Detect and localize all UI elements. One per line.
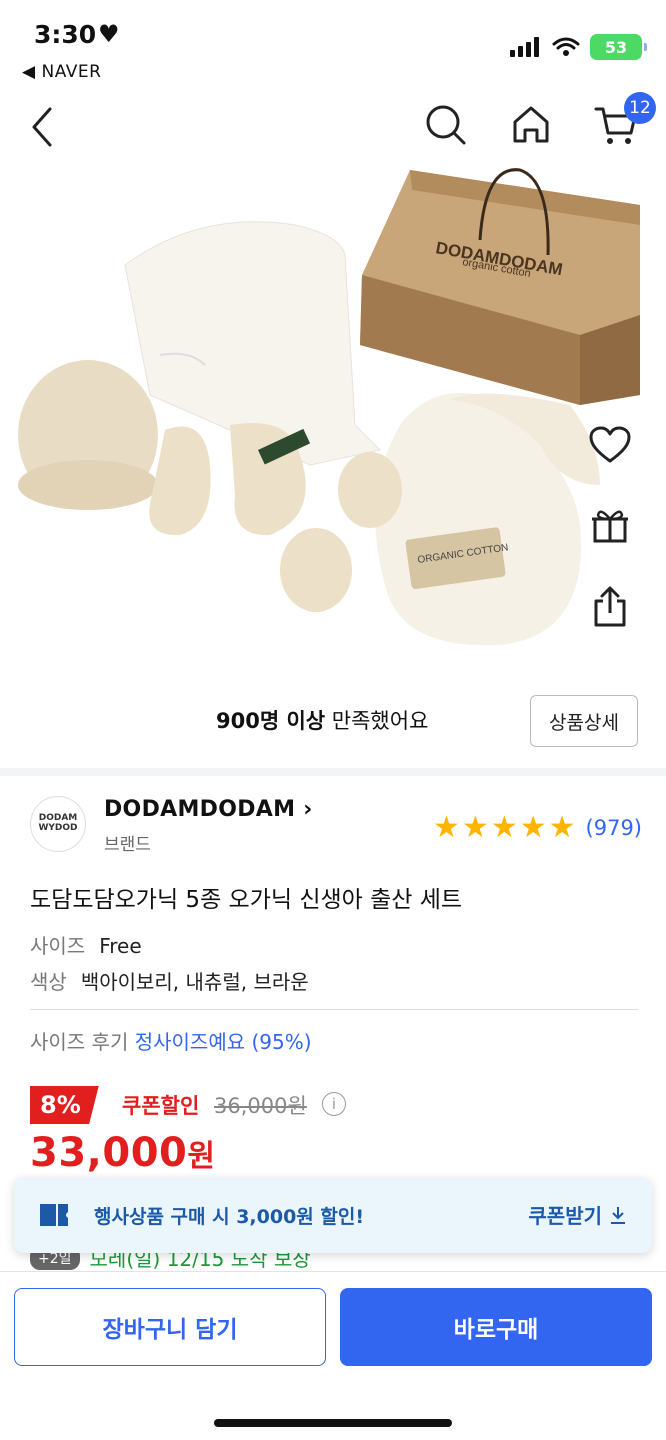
size-review-label: 사이즈 후기: [30, 1030, 135, 1054]
final-price-number: 33,000: [30, 1130, 188, 1176]
product-title: 도담도담오가닉 5종 오가닉 신생아 출산 세트: [30, 887, 463, 913]
brand-name-link[interactable]: DODAMDODAM ›: [104, 797, 313, 822]
top-nav: [0, 95, 666, 160]
coupon-banner[interactable]: 행사상품 구매 시 3,000원 할인! 쿠폰받기: [14, 1177, 652, 1253]
search-icon[interactable]: [424, 103, 468, 147]
product-detail-button[interactable]: 상품상세: [530, 695, 638, 747]
side-actions: [588, 425, 632, 629]
brand-sub-label: 브랜드: [104, 835, 151, 855]
satisfaction-count: 900명 이상: [216, 709, 326, 733]
star-icon: ★: [461, 810, 489, 845]
coupon-download-button[interactable]: 쿠폰받기: [528, 1200, 628, 1229]
heart-status-icon: ♥: [98, 20, 120, 48]
buy-now-button[interactable]: 바로구매: [340, 1288, 652, 1366]
share-icon[interactable]: [590, 585, 630, 629]
size-review[interactable]: 사이즈 후기 정사이즈예요 (95%): [30, 1026, 312, 1055]
star-icon: ★: [548, 810, 576, 845]
review-count: (979): [585, 816, 642, 840]
product-photo: DODAMDODAM organic cotton ORGANIC COTTON: [18, 168, 640, 646]
back-arrow-icon[interactable]: [28, 105, 56, 149]
delivery-text: 모레(일) 12/15 도착 보장: [89, 1253, 311, 1271]
option-key: 색상: [30, 970, 67, 994]
discount-badge: 8%: [30, 1086, 99, 1124]
rating[interactable]: ★ ★ ★ ★ ★ (979): [433, 813, 642, 843]
satisfaction-row: 900명 이상 만족했어요 상품상세: [0, 695, 666, 755]
battery-level: 53: [604, 37, 628, 57]
delivery-badge: +2일: [30, 1253, 80, 1270]
status-bar: 3:30 ♥ ◀ NAVER 53: [0, 0, 666, 90]
status-time: 3:30: [34, 20, 97, 49]
star-icon: ★: [490, 810, 518, 845]
brand-logo[interactable]: DODAM WYDOD: [30, 796, 86, 852]
option-size: 사이즈 Free: [30, 930, 142, 959]
star-icon: ★: [519, 810, 547, 845]
signal-icon: [510, 37, 539, 57]
option-key: 사이즈: [30, 934, 86, 958]
star-icon: ★: [433, 810, 460, 845]
battery-indicator: 53: [590, 34, 647, 60]
wifi-icon: [552, 37, 580, 56]
satisfaction-text: 900명 이상 만족했어요: [216, 705, 428, 735]
home-icon[interactable]: [510, 103, 552, 145]
info-icon[interactable]: i: [322, 1092, 346, 1116]
satisfaction-label: 만족했어요: [325, 709, 429, 733]
cart-count-badge: 12: [624, 92, 656, 124]
final-price: 33,000원: [30, 1130, 215, 1176]
back-to-app-link[interactable]: ◀ NAVER: [22, 62, 101, 82]
download-icon: [611, 1206, 625, 1224]
brand-name: DODAMDODAM: [104, 797, 296, 822]
gift-icon[interactable]: [590, 505, 630, 545]
bottom-action-bar: 장바구니 담기 바로구매: [0, 1271, 666, 1440]
chevron-right-icon: ›: [295, 797, 313, 822]
size-review-value: 정사이즈예요 (95%): [134, 1030, 312, 1054]
option-color: 색상 백아이보리, 내츄럴, 브라운: [30, 966, 309, 995]
brand-logo-text: DODAM WYDOD: [38, 813, 78, 833]
original-price: 36,000원: [214, 1094, 307, 1118]
delivery-info: +2일 모레(일) 12/15 도착 보장: [30, 1253, 630, 1271]
add-to-cart-button[interactable]: 장바구니 담기: [14, 1288, 326, 1366]
coupon-discount-label: 쿠폰할인: [122, 1094, 200, 1118]
final-price-unit: 원: [187, 1139, 216, 1174]
coupon-icon: [40, 1204, 68, 1226]
section-divider: [0, 768, 666, 776]
product-image[interactable]: DODAMDODAM organic cotton ORGANIC COTTON: [0, 165, 666, 685]
status-right: 53: [510, 34, 647, 60]
heart-like-icon[interactable]: [588, 425, 632, 465]
home-indicator[interactable]: [214, 1419, 452, 1427]
option-value: 백아이보리, 내츄럴, 브라운: [80, 970, 309, 994]
coupon-text: 행사상품 구매 시 3,000원 할인!: [94, 1206, 365, 1228]
coupon-download-label: 쿠폰받기: [528, 1204, 602, 1228]
option-value: Free: [99, 934, 142, 958]
divider: [30, 1009, 638, 1010]
